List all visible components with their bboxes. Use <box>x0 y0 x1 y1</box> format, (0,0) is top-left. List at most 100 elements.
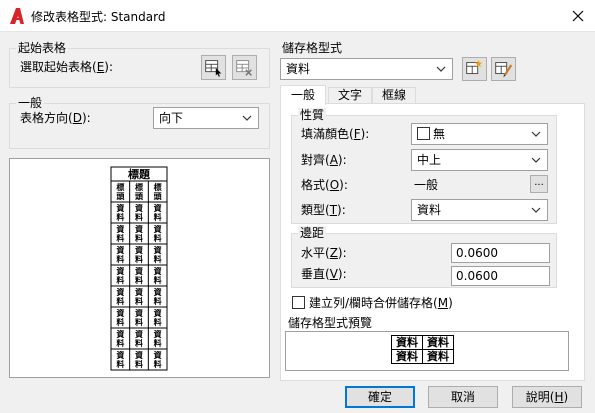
cell-style-preview-table: 資料 資料 資料 資料 <box>391 335 454 364</box>
preview-data-char: 資 <box>135 287 143 297</box>
format-value: 一般 <box>414 178 439 192</box>
preview-data-char: 資 <box>116 287 124 297</box>
merge-cells-checkbox[interactable] <box>292 296 305 309</box>
preview-data-char: 資 <box>116 224 124 234</box>
fill-color-select[interactable]: 無 <box>411 123 548 145</box>
preview-data-char: 資 <box>116 350 124 360</box>
cell-style-select[interactable]: 資料 <box>280 58 453 80</box>
general-group-title: 一般 <box>16 96 45 110</box>
tab-borders[interactable]: 框線 <box>372 87 416 103</box>
new-cell-style-button[interactable] <box>462 57 487 81</box>
table-direction-select[interactable]: 向下 <box>153 107 259 129</box>
type-label: 類型(T): <box>301 203 346 217</box>
chevron-down-icon <box>531 157 541 163</box>
preview-data-char: 料 <box>116 338 124 348</box>
preview-data-char: 資 <box>116 203 124 213</box>
format-label: 格式(O): <box>301 178 348 192</box>
preview-data-char: 資 <box>154 203 162 213</box>
preview-data-char: 資 <box>135 329 143 339</box>
cancel-button[interactable]: 取消 <box>428 386 498 408</box>
chevron-down-icon <box>436 66 446 72</box>
preview-data-char: 料 <box>116 359 124 369</box>
preview-data-char: 資 <box>154 245 162 255</box>
horizontal-margin-label: 水平(Z): <box>301 246 347 260</box>
type-select[interactable]: 資料 <box>411 199 548 221</box>
preview-data-char: 料 <box>135 275 143 285</box>
color-swatch-none <box>417 127 430 140</box>
preview-data-char: 料 <box>154 212 162 222</box>
preview-data-char: 資 <box>154 287 162 297</box>
preview-data-char: 資 <box>135 308 143 318</box>
help-button[interactable]: 說明(H) <box>512 386 582 408</box>
select-start-table-button[interactable] <box>201 55 226 80</box>
preview-data-char: 料 <box>135 254 143 264</box>
preview-cell: 資料 <box>391 349 423 364</box>
preview-cell: 資料 <box>422 349 454 364</box>
chevron-down-icon <box>242 115 252 121</box>
table-remove-icon <box>236 60 252 76</box>
preview-data-char: 資 <box>135 350 143 360</box>
fill-color-value: 無 <box>433 127 446 141</box>
alignment-select[interactable]: 中上 <box>411 149 548 171</box>
remove-start-table-button[interactable] <box>232 55 257 80</box>
preview-data-char: 料 <box>154 275 162 285</box>
preview-data-char: 料 <box>135 296 143 306</box>
type-value: 資料 <box>417 203 442 217</box>
preview-header-char: 頭 <box>154 192 163 201</box>
preview-title-text: 標題 <box>128 167 151 181</box>
chevron-down-icon <box>531 207 541 213</box>
margins-group-title: 邊距 <box>298 226 327 240</box>
horizontal-margin-input[interactable]: 0.0600 <box>451 243 550 263</box>
preview-data-char: 料 <box>116 212 124 222</box>
alignment-value: 中上 <box>417 153 442 167</box>
preview-data-char: 資 <box>135 203 143 213</box>
preview-cell: 資料 <box>391 335 423 350</box>
start-table-group-title: 起始表格 <box>16 41 69 55</box>
vertical-margin-input[interactable]: 0.0600 <box>451 266 550 286</box>
preview-data-char: 資 <box>154 329 162 339</box>
preview-data-char: 資 <box>116 329 124 339</box>
preview-data-char: 資 <box>116 308 124 318</box>
format-browse-button[interactable]: ... <box>530 175 548 193</box>
preview-data-char: 資 <box>135 245 143 255</box>
preview-data-char: 料 <box>154 338 162 348</box>
cell-style-preview-title: 儲存格型式預覽 <box>288 316 373 330</box>
tab-text[interactable]: 文字 <box>328 87 372 103</box>
manage-styles-icon <box>495 62 513 78</box>
table-direction-value: 向下 <box>159 111 184 125</box>
preview-header-char: 標 <box>116 182 124 192</box>
preview-data-char: 資 <box>135 266 143 276</box>
window-title: 修改表格型式: Standard <box>31 10 166 24</box>
ok-button[interactable]: 確定 <box>345 386 415 408</box>
preview-data-char: 料 <box>116 296 124 306</box>
preview-data-char: 料 <box>154 233 162 243</box>
vertical-margin-label: 垂直(V): <box>301 267 347 281</box>
table-direction-label: 表格方向(D): <box>20 111 91 125</box>
preview-header-char: 頭 <box>135 192 144 201</box>
preview-data-char: 資 <box>154 308 162 318</box>
new-style-icon <box>466 59 483 75</box>
tab-general[interactable]: 一般 <box>280 85 326 105</box>
preview-data-char: 資 <box>154 266 162 276</box>
cell-style-value: 資料 <box>286 62 311 76</box>
manage-cell-styles-button[interactable] <box>491 57 516 81</box>
merge-cells-label[interactable]: 建立列/欄時合併儲存格(M) <box>309 296 453 310</box>
fill-color-label: 填滿顏色(F): <box>301 127 370 141</box>
preview-data-char: 資 <box>154 350 162 360</box>
preview-data-char: 料 <box>135 212 143 222</box>
chevron-down-icon <box>531 131 541 137</box>
preview-data-char: 資 <box>135 224 143 234</box>
select-start-table-label: 選取起始表格(E): <box>20 60 114 74</box>
preview-header-char: 標 <box>135 182 143 192</box>
autocad-app-icon <box>10 8 24 24</box>
preview-data-char: 資 <box>116 266 124 276</box>
cell-styles-title: 儲存格型式 <box>282 41 343 55</box>
close-icon[interactable] <box>571 9 585 23</box>
preview-data-char: 資 <box>116 245 124 255</box>
preview-header-char: 頭 <box>116 192 125 201</box>
preview-data-char: 料 <box>135 317 143 327</box>
preview-data-char: 料 <box>135 338 143 348</box>
preview-header-char: 標 <box>154 182 162 192</box>
preview-cell: 資料 <box>422 335 454 350</box>
preview-data-char: 料 <box>116 317 124 327</box>
